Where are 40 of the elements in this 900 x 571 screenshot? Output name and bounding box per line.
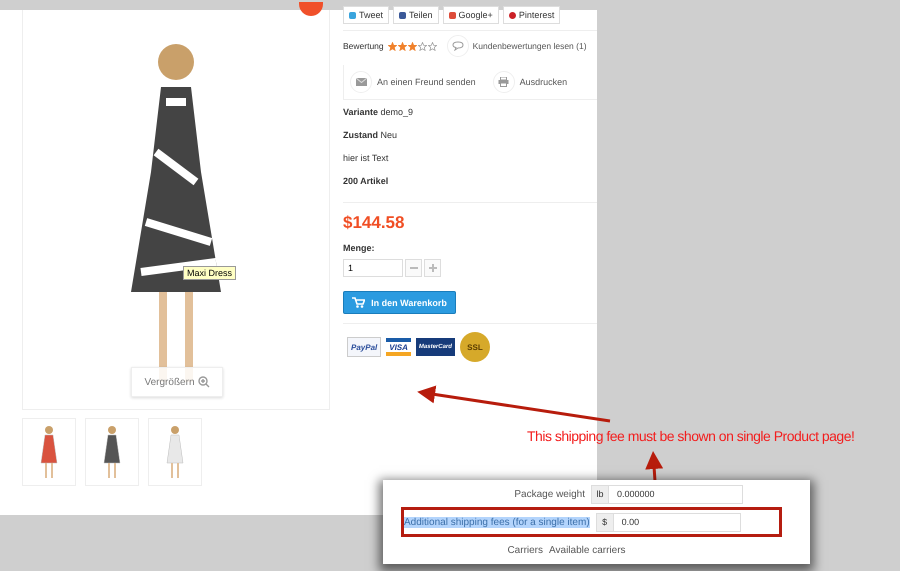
share-button[interactable]: Google+: [442, 6, 499, 24]
cart-icon: [352, 297, 366, 308]
price: $144.58: [343, 213, 406, 233]
payment-logo: VISA: [386, 338, 411, 356]
reviews-link[interactable]: Kundenbewertungen lesen (1): [472, 41, 587, 51]
field-label: Package weight: [514, 488, 585, 500]
sale-badge: [299, 2, 323, 16]
printer-icon: [492, 71, 515, 93]
minus-icon: [410, 264, 418, 272]
detail-text: Zustand Neu: [343, 129, 398, 142]
thumbnail[interactable]: [22, 418, 76, 486]
input-field[interactable]: lb 0.000000: [591, 484, 743, 504]
share-button[interactable]: Teilen: [393, 6, 439, 24]
share-button[interactable]: Tweet: [343, 6, 390, 24]
quantity-label: Menge:: [343, 243, 376, 253]
speech-bubble-icon: [446, 35, 469, 57]
rating-label: Bewertung: [343, 41, 384, 51]
action-link[interactable]: Ausdrucken: [520, 77, 568, 87]
thumbnail[interactable]: [148, 418, 202, 486]
zoom-icon: [198, 376, 210, 388]
detail-text: Variante demo_9: [343, 106, 414, 119]
zoom-button[interactable]: Vergrößern: [131, 367, 223, 397]
thumbnail[interactable]: [85, 418, 139, 486]
field-label: Additional shipping fees (for a single item): [404, 516, 590, 528]
payment-logo: PayPal: [347, 337, 382, 357]
annotation-text: This shipping fee must be shown on single Product page!: [527, 428, 854, 444]
field-label: Carriers: [507, 544, 544, 556]
field-value: Available carriers: [549, 544, 626, 556]
payment-logo: SSL: [460, 332, 490, 362]
input-field[interactable]: $ 0.00: [596, 512, 741, 532]
envelope-icon: [350, 71, 372, 93]
description-text: hier ist Text: [343, 152, 390, 165]
plus-icon: [428, 264, 436, 272]
image-tooltip: Maxi Dress: [183, 266, 236, 280]
stock-text: 200 Artikel: [343, 175, 390, 188]
quantity-field[interactable]: 1: [343, 259, 403, 277]
decrease-button[interactable]: [405, 259, 422, 277]
increase-button[interactable]: [424, 259, 441, 277]
action-link[interactable]: An einen Freund senden: [377, 77, 476, 87]
share-button[interactable]: Pinterest: [502, 6, 560, 24]
